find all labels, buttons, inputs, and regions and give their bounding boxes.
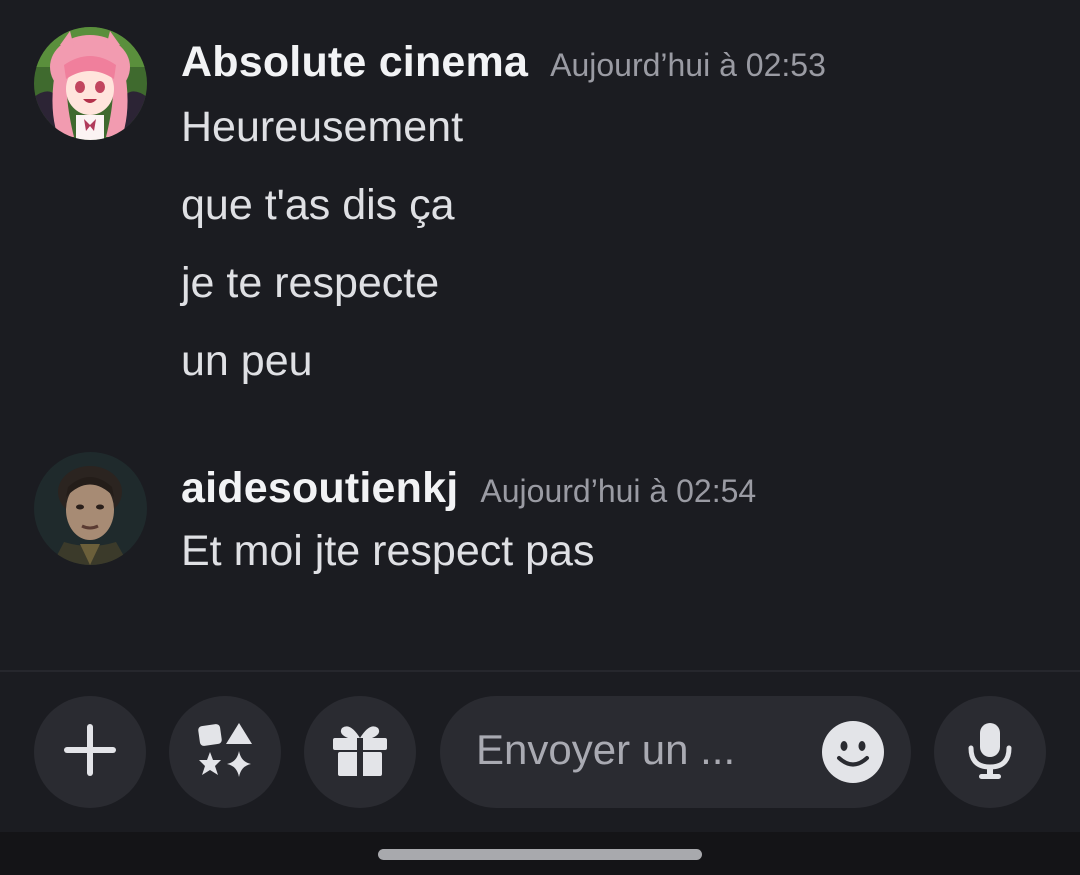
gift-icon: [330, 720, 390, 785]
message-line[interactable]: un peu: [181, 337, 313, 386]
plus-icon: [60, 720, 120, 785]
author-name[interactable]: Absolute cinema: [181, 38, 528, 86]
joker-portrait-avatar[interactable]: [34, 452, 147, 565]
message-line[interactable]: que t'as dis ça: [181, 181, 455, 230]
message-timestamp: Aujourd’hui à 02:53: [550, 47, 826, 83]
author-name[interactable]: aidesoutienkj: [181, 464, 458, 512]
emoji-icon[interactable]: [822, 721, 884, 783]
message-header: Absolute cinema Aujourd’hui à 02:53: [181, 38, 826, 87]
add-attachment-button[interactable]: [34, 696, 146, 808]
message-input[interactable]: Envoyer un ...: [440, 696, 911, 808]
message-list: Absolute cinema Aujourd’hui à 02:53 Heure…: [0, 0, 1080, 670]
gift-button[interactable]: [304, 696, 416, 808]
system-navigation-bar: [0, 832, 1080, 875]
home-indicator[interactable]: [378, 849, 702, 860]
microphone-icon: [960, 720, 1020, 785]
message-timestamp: Aujourd’hui à 02:54: [480, 473, 757, 509]
apps-icon: [195, 720, 255, 785]
anime-girl-avatar[interactable]: [34, 27, 147, 140]
message-header: aidesoutienkj Aujourd’hui à 02:54: [181, 464, 756, 513]
message-line[interactable]: Heureusement: [181, 103, 463, 152]
message-line[interactable]: je te respecte: [181, 259, 439, 308]
message-line[interactable]: Et moi jte respect pas: [181, 527, 594, 576]
message-input-placeholder: Envoyer un ...: [476, 726, 736, 773]
voice-message-button[interactable]: [934, 696, 1046, 808]
apps-button[interactable]: [169, 696, 281, 808]
